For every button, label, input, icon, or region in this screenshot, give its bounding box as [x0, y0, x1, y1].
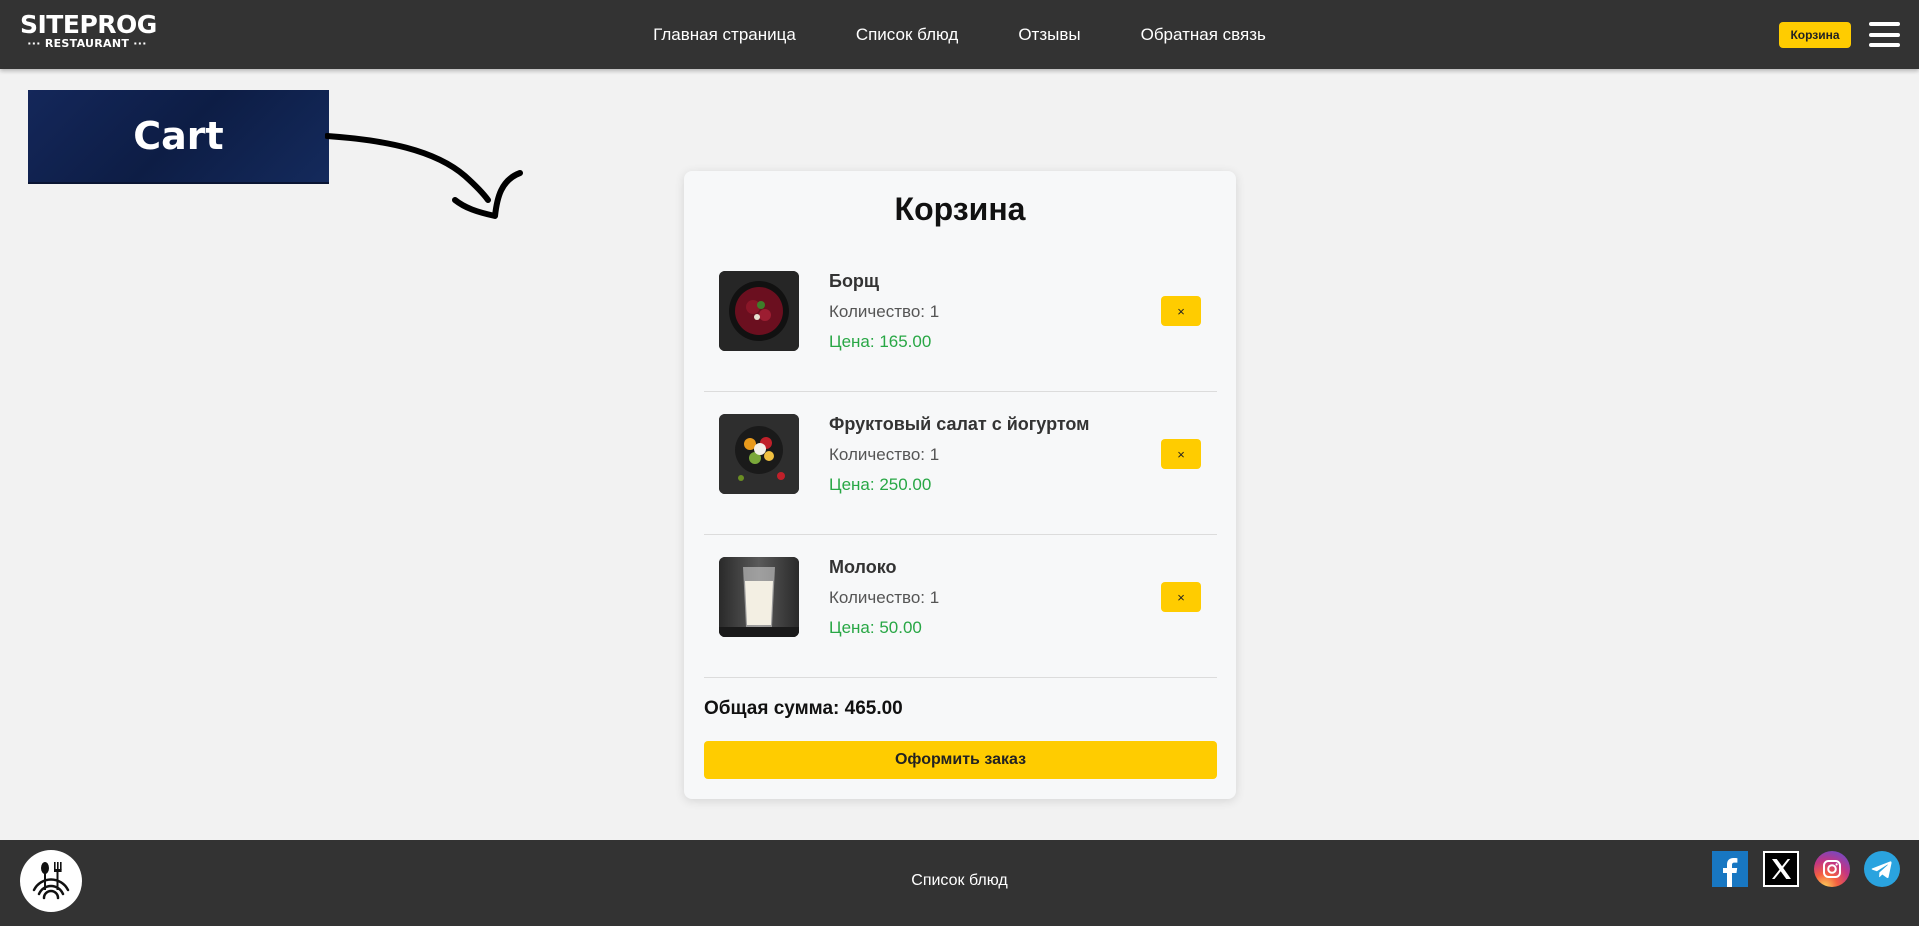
- cart-title: Корзина: [894, 191, 1026, 227]
- telegram-icon[interactable]: [1864, 851, 1900, 887]
- cart-item: Молоко Количество: 1 Цена: 50.00 ×: [704, 535, 1217, 678]
- nav-home[interactable]: Главная страница: [653, 25, 796, 45]
- item-quantity: Количество: 1: [829, 588, 940, 607]
- item-name: Молоко: [829, 557, 897, 577]
- site-footer: Список блюд: [0, 840, 1919, 926]
- item-price: Цена: 165.00: [829, 332, 932, 351]
- x-icon[interactable]: [1763, 851, 1799, 887]
- logo-title: SITEPROG: [20, 10, 157, 39]
- nav-feedback[interactable]: Обратная связь: [1141, 25, 1266, 45]
- remove-item-button[interactable]: ×: [1161, 582, 1201, 612]
- item-name: Фруктовый салат с йогуртом: [829, 414, 1090, 434]
- hamburger-menu-icon[interactable]: [1869, 22, 1900, 47]
- main-nav: Главная страница Список блюд Отзывы Обра…: [0, 0, 1919, 69]
- arrow-icon: [325, 133, 523, 219]
- remove-item-button[interactable]: ×: [1161, 439, 1201, 469]
- item-price: Цена: 250.00: [829, 475, 932, 494]
- nav-menu[interactable]: Список блюд: [856, 25, 958, 45]
- fruit-salad-image: [719, 414, 799, 494]
- item-quantity: Количество: 1: [829, 302, 940, 321]
- site-header: SITEPROG ··· RESTAURANT ··· Главная стра…: [0, 0, 1919, 69]
- cart-item: Борщ Количество: 1 Цена: 165.00 ×: [704, 249, 1217, 392]
- remove-item-button[interactable]: ×: [1161, 296, 1201, 326]
- footer-menu-link: Список блюд: [0, 872, 1919, 890]
- footer-link-text[interactable]: Список блюд: [911, 872, 1007, 889]
- cart-item: Фруктовый салат с йогуртом Количество: 1…: [704, 392, 1217, 535]
- checkout-button[interactable]: Оформить заказ: [704, 741, 1217, 779]
- item-name: Борщ: [829, 271, 880, 291]
- header-cart-button[interactable]: Корзина: [1779, 22, 1851, 48]
- cart-total: Общая сумма: 465.00: [704, 698, 903, 719]
- instagram-icon[interactable]: [1814, 851, 1850, 887]
- item-quantity: Количество: 1: [829, 445, 940, 464]
- item-price: Цена: 50.00: [829, 618, 922, 637]
- site-logo[interactable]: SITEPROG ··· RESTAURANT ···: [20, 10, 157, 50]
- cart-sign-label: Cart: [28, 90, 329, 184]
- cart-panel: Корзина Борщ Количество: 1 Цена: 165.00 …: [684, 171, 1236, 799]
- facebook-icon[interactable]: [1712, 851, 1748, 887]
- milk-image: [719, 557, 799, 637]
- nav-reviews[interactable]: Отзывы: [1018, 25, 1080, 45]
- logo-subtitle: ··· RESTAURANT ···: [27, 37, 147, 50]
- cart-sign-text: Cart: [133, 114, 224, 158]
- borscht-image: [719, 271, 799, 351]
